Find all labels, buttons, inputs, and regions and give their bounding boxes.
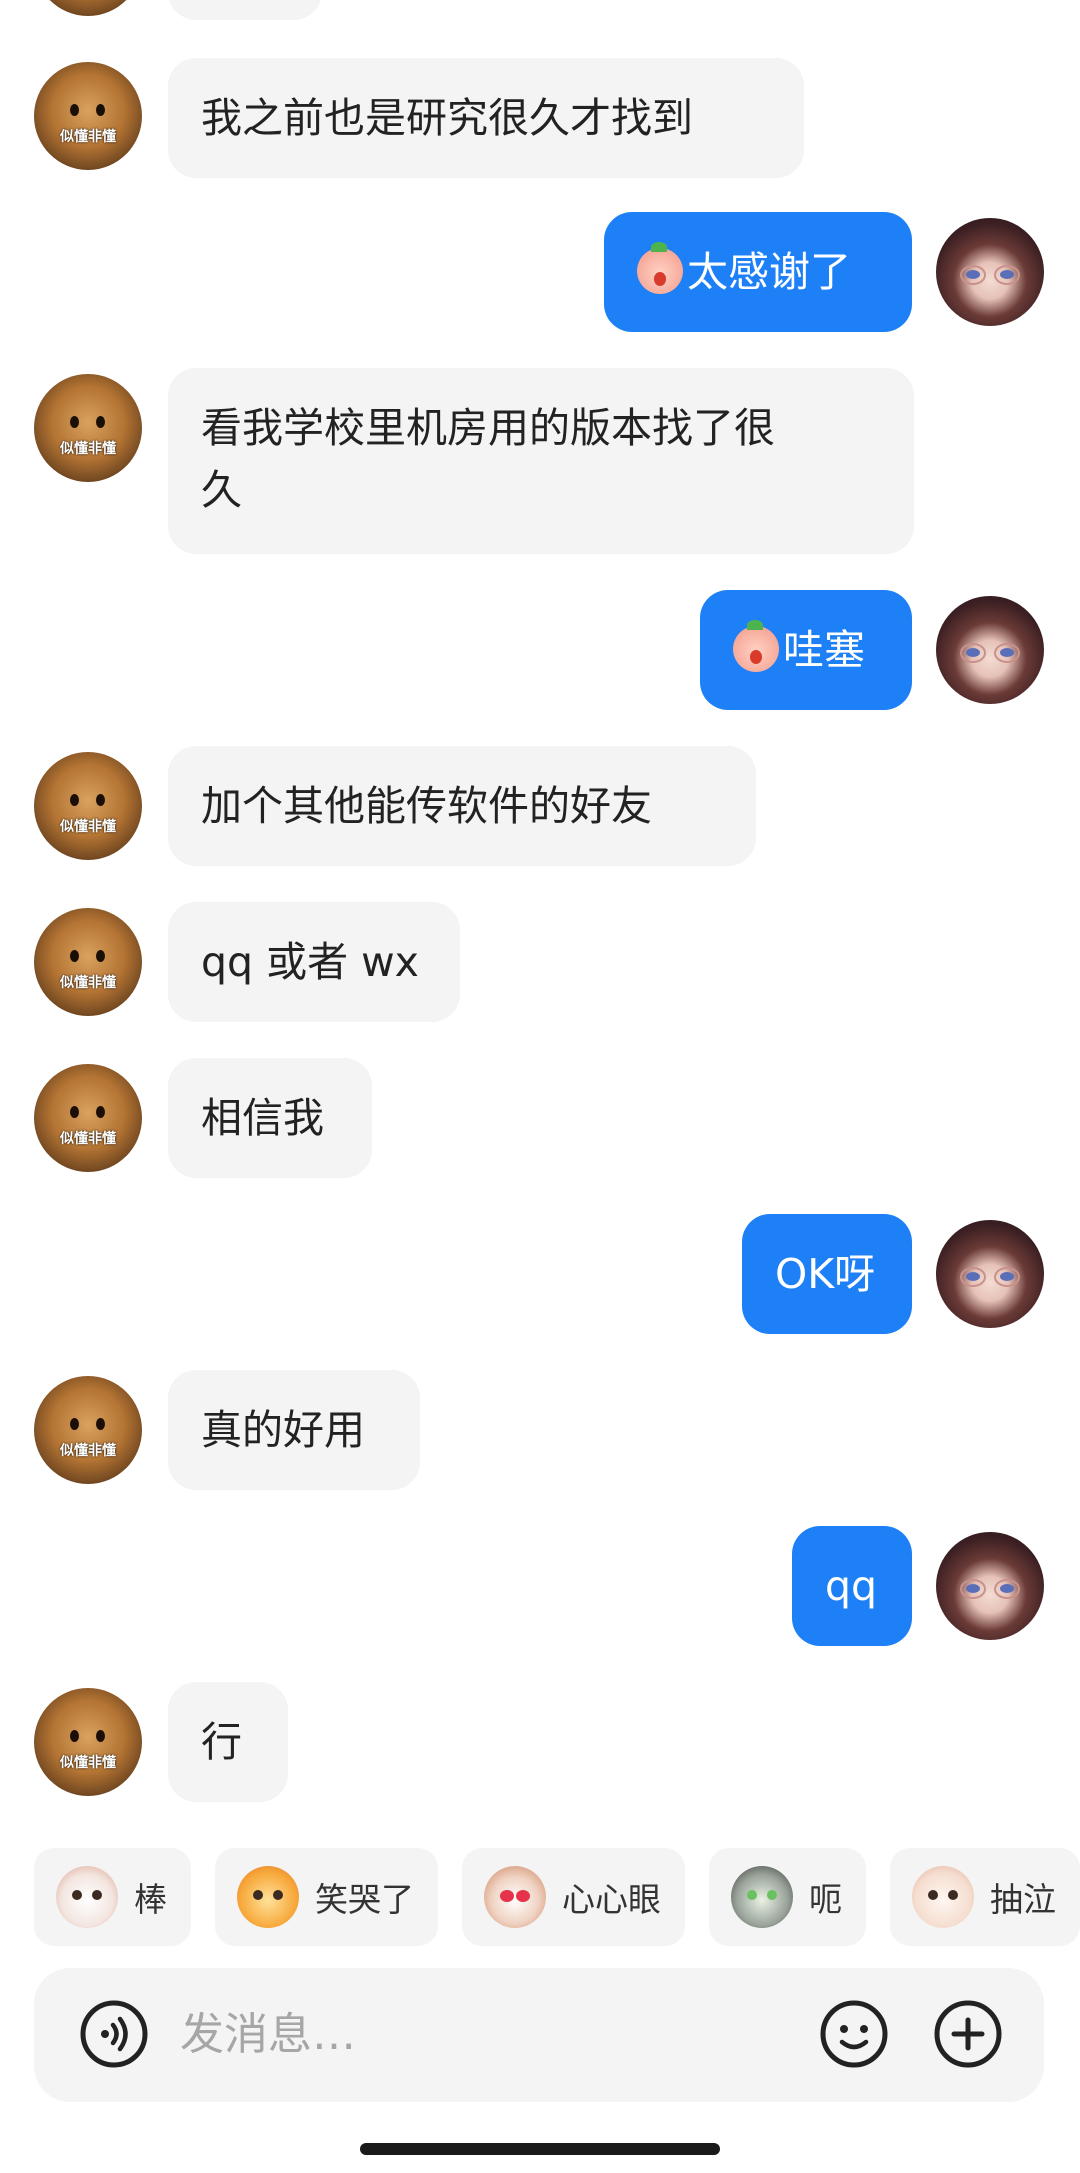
more-options-button[interactable]	[932, 1998, 1004, 2070]
incoming-message[interactable]: 看我学校里机房用的版本找了很 久	[168, 368, 914, 554]
chip-label: 抽泣	[990, 1880, 1056, 1919]
my-avatar[interactable]	[936, 1532, 1044, 1640]
voice-icon	[80, 2000, 148, 2068]
outgoing-message[interactable]: 哇塞	[700, 590, 912, 710]
incoming-message[interactable]: 真的好用	[168, 1370, 420, 1490]
quick-reaction-chip[interactable]: 笑哭了	[215, 1848, 438, 1946]
incoming-message[interactable]: 我之前也是研究很久才找到	[168, 58, 804, 178]
outgoing-message[interactable]: OK呀	[742, 1214, 912, 1334]
message-row: 哇塞	[0, 590, 1080, 710]
quick-reaction-chip[interactable]: 心心眼	[462, 1848, 685, 1946]
voice-button[interactable]	[78, 1998, 150, 2070]
message-input-bar: 发消息…	[34, 1968, 1044, 2102]
quick-reaction-chip[interactable]: 抽泣	[890, 1848, 1080, 1946]
my-avatar[interactable]	[936, 596, 1044, 704]
chip-label: 心心眼	[562, 1880, 661, 1919]
peach-sticker-icon	[637, 242, 683, 294]
my-avatar[interactable]	[936, 218, 1044, 326]
message-text: 太感谢了	[687, 248, 851, 296]
home-indicator[interactable]	[360, 2143, 720, 2155]
message-row: OK呀	[0, 1214, 1080, 1334]
incoming-message[interactable]: qq 或者 wx	[168, 902, 460, 1022]
message-row: 似懂非懂 真的好用	[0, 1370, 1080, 1490]
quick-reaction-bar[interactable]: 棒 笑哭了 心心眼 呃 抽泣	[34, 1848, 1080, 1946]
cat-awkward-icon	[731, 1866, 793, 1928]
peach-sticker-icon	[733, 620, 779, 672]
message-row: 太感谢了	[0, 212, 1080, 332]
incoming-message[interactable]: 相信我	[168, 1058, 372, 1178]
quick-reaction-chip[interactable]: 棒	[34, 1848, 191, 1946]
my-avatar[interactable]	[936, 1220, 1044, 1328]
contact-avatar[interactable]: 似懂非懂	[34, 374, 142, 482]
contact-avatar[interactable]: 似懂非懂	[34, 752, 142, 860]
chip-label: 呃	[809, 1880, 842, 1919]
avatar[interactable]	[34, 0, 142, 16]
contact-avatar[interactable]: 似懂非懂	[34, 1064, 142, 1172]
cat-laugh-cry-icon	[237, 1866, 299, 1928]
message-bubble[interactable]	[168, 0, 322, 20]
contact-avatar[interactable]: 似懂非懂	[34, 908, 142, 1016]
chip-label: 棒	[134, 1880, 167, 1919]
emoji-button[interactable]	[818, 1998, 890, 2070]
message-text: 哇塞	[783, 626, 865, 674]
outgoing-message[interactable]: 太感谢了	[604, 212, 912, 332]
plus-icon	[934, 2000, 1002, 2068]
message-row: 似懂非懂 相信我	[0, 1058, 1080, 1178]
message-row: 似懂非懂 行	[0, 1682, 1080, 1802]
message-row: 似懂非懂 看我学校里机房用的版本找了很 久	[0, 368, 1080, 554]
cat-wow-icon	[56, 1866, 118, 1928]
contact-avatar[interactable]: 似懂非懂	[34, 1376, 142, 1484]
quick-reaction-chip[interactable]: 呃	[709, 1848, 866, 1946]
outgoing-message[interactable]: qq	[792, 1526, 912, 1646]
message-row: 似懂非懂 qq 或者 wx	[0, 902, 1080, 1022]
incoming-message[interactable]: 行	[168, 1682, 288, 1802]
message-row: 似懂非懂 加个其他能传软件的好友	[0, 746, 1080, 866]
contact-avatar[interactable]: 似懂非懂	[34, 1688, 142, 1796]
chat-message-list[interactable]: 似懂非懂 我之前也是研究很久才找到 太感谢了 似懂非懂 看我学校里机房用的版本找…	[0, 0, 1080, 1830]
incoming-message[interactable]: 加个其他能传软件的好友	[168, 746, 756, 866]
message-input[interactable]: 发消息…	[180, 2002, 356, 2068]
cat-heart-eyes-icon	[484, 1866, 546, 1928]
cat-sob-icon	[912, 1866, 974, 1928]
emoji-icon	[820, 2000, 888, 2068]
contact-avatar[interactable]: 似懂非懂	[34, 62, 142, 170]
message-row: qq	[0, 1526, 1080, 1646]
message-row: 似懂非懂 我之前也是研究很久才找到	[0, 58, 1080, 178]
chip-label: 笑哭了	[315, 1880, 414, 1919]
